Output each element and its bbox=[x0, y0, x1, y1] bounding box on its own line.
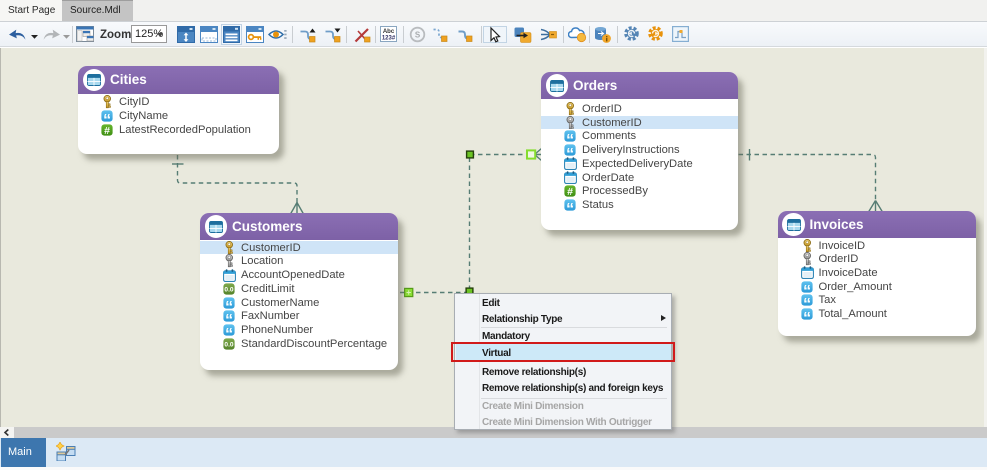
svg-text:123#: 123# bbox=[382, 36, 396, 42]
svg-text:S: S bbox=[415, 31, 421, 40]
svg-text:Abc: Abc bbox=[383, 29, 395, 35]
